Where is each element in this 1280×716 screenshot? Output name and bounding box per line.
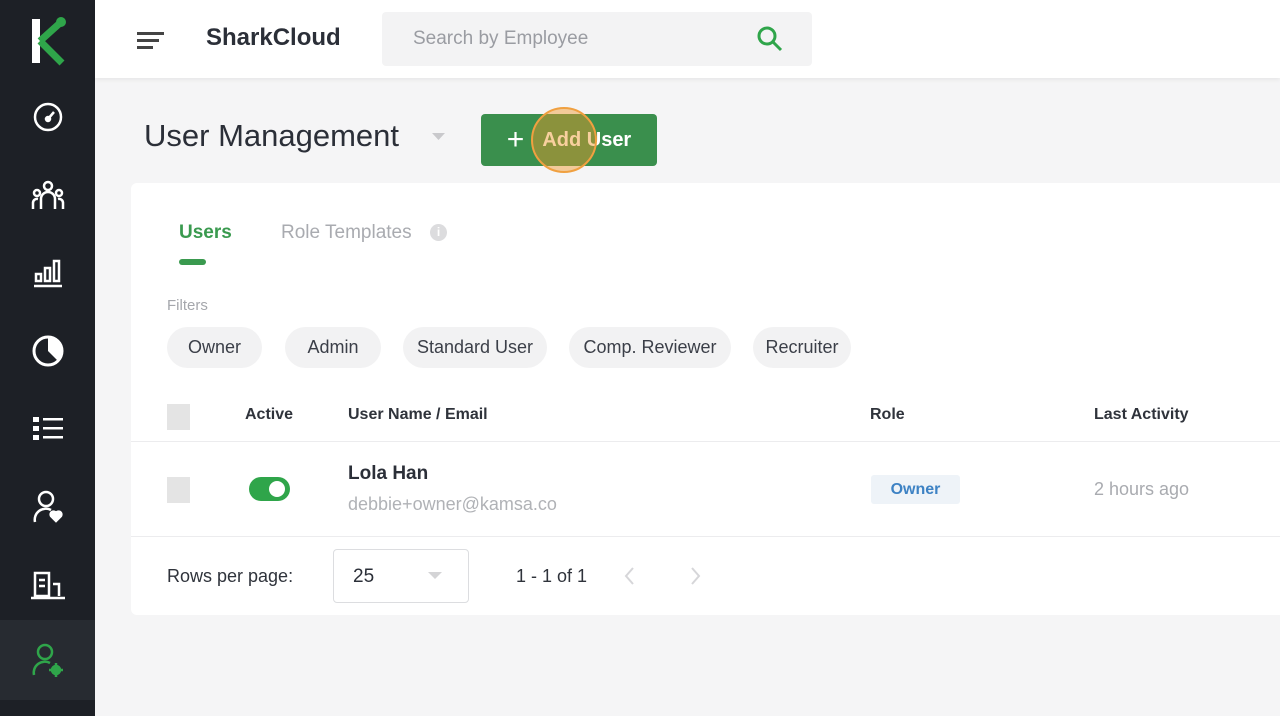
nav-list[interactable]: [0, 390, 95, 468]
role-badge: Owner: [871, 475, 960, 504]
row-checkbox[interactable]: [167, 477, 190, 503]
click-indicator: [531, 107, 597, 173]
column-last-activity[interactable]: Last Activity: [1094, 406, 1189, 424]
rows-per-page-select[interactable]: 25: [333, 549, 469, 603]
prev-page-icon[interactable]: [623, 566, 635, 586]
tab-users[interactable]: Users: [179, 222, 232, 244]
filter-chip-recruiter[interactable]: Recruiter: [753, 327, 851, 368]
nav-people[interactable]: [0, 156, 95, 234]
table-row: Lola Han debbie+owner@kamsa.co Owner 2 h…: [131, 442, 1280, 536]
page-title: User Management: [144, 118, 400, 153]
nav-organization[interactable]: [0, 546, 95, 624]
dashboard-icon: [33, 102, 62, 132]
next-page-icon[interactable]: [690, 566, 702, 586]
select-all-checkbox[interactable]: [167, 404, 190, 430]
filter-chip-standard-user[interactable]: Standard User: [403, 327, 547, 368]
user-name[interactable]: Lola Han: [348, 463, 428, 485]
user-email: debbie+owner@kamsa.co: [348, 494, 557, 514]
filter-chip-comp-reviewer[interactable]: Comp. Reviewer: [569, 327, 731, 368]
tab-active-indicator: [179, 259, 206, 265]
people-icon: [31, 180, 64, 209]
search-icon[interactable]: [756, 25, 784, 53]
nav-analytics[interactable]: [0, 312, 95, 390]
tab-role-templates[interactable]: Role Templates: [281, 222, 412, 244]
user-heart-icon: [33, 490, 63, 523]
active-toggle[interactable]: [249, 477, 290, 501]
nav-dashboard[interactable]: [0, 78, 95, 156]
filter-chip-owner[interactable]: Owner: [167, 327, 262, 368]
app-title: SharkCloud: [206, 24, 341, 51]
logo[interactable]: [0, 0, 95, 78]
search-placeholder: Search by Employee: [413, 28, 589, 49]
column-role[interactable]: Role: [870, 406, 905, 424]
nav-engagement[interactable]: [0, 468, 95, 546]
filters-label: Filters: [167, 297, 208, 314]
divider: [131, 536, 1280, 537]
pie-chart-icon: [32, 335, 63, 367]
nav-reports[interactable]: [0, 234, 95, 312]
filter-chip-admin[interactable]: Admin: [285, 327, 381, 368]
users-card: [131, 183, 1280, 615]
rows-per-page-value: 25: [353, 566, 375, 587]
last-activity: 2 hours ago: [1094, 479, 1190, 499]
bar-chart-icon: [33, 259, 62, 288]
plus-icon: +: [506, 123, 525, 156]
list-icon: [32, 417, 63, 440]
rows-per-page-label: Rows per page:: [167, 566, 294, 586]
pagination-range: 1 - 1 of 1: [516, 566, 588, 586]
info-icon[interactable]: i: [430, 224, 447, 241]
nav-user-management[interactable]: [0, 620, 95, 700]
caret-down-icon[interactable]: [432, 133, 445, 141]
column-active[interactable]: Active: [245, 406, 293, 424]
chevron-down-icon: [428, 572, 442, 579]
building-icon: [30, 571, 65, 600]
search-input[interactable]: Search by Employee: [382, 12, 812, 66]
menu-icon[interactable]: [137, 30, 165, 50]
sidebar: [0, 0, 95, 716]
user-settings-icon: [32, 643, 63, 677]
column-user-name-email[interactable]: User Name / Email: [348, 406, 488, 424]
